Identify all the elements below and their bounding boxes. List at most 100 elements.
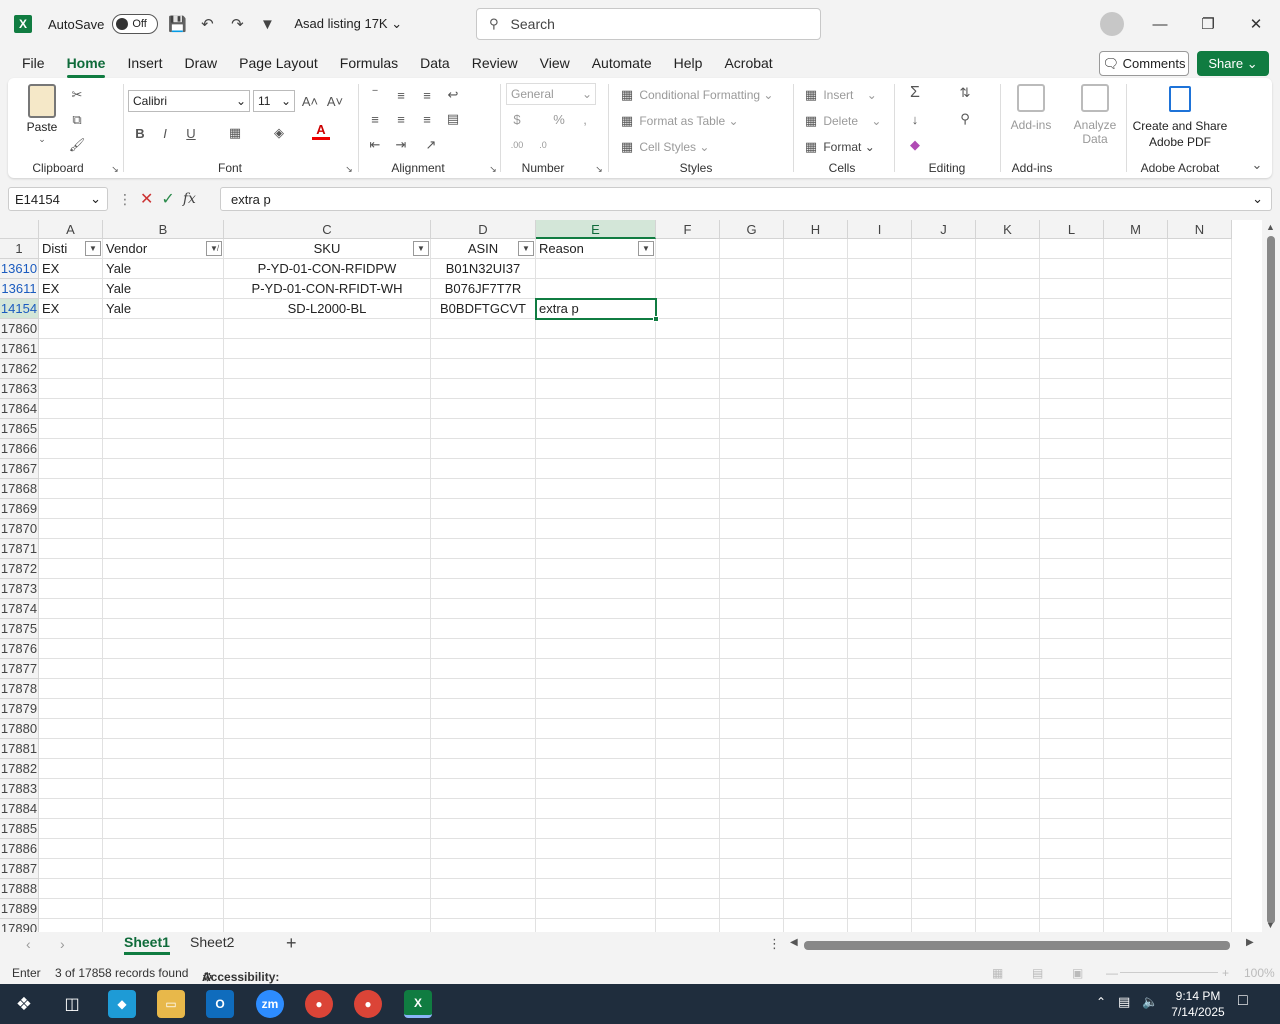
empty-cell[interactable] [1104, 679, 1168, 699]
empty-cell[interactable] [1104, 879, 1168, 899]
empty-cell[interactable] [1168, 819, 1232, 839]
empty-cell[interactable] [784, 799, 848, 819]
page-layout-view-icon[interactable]: ▤ [1032, 966, 1043, 980]
empty-cell[interactable] [431, 619, 536, 639]
empty-cell[interactable] [536, 519, 656, 539]
tab-automate[interactable]: Automate [592, 51, 652, 75]
empty-cell[interactable] [1040, 339, 1104, 359]
empty-cell[interactable] [656, 819, 720, 839]
empty-cell[interactable] [720, 679, 784, 699]
dialog-launcher-icon[interactable]: ↘ [590, 160, 608, 178]
empty-cell[interactable] [1168, 799, 1232, 819]
add-sheet-icon[interactable]: + [286, 933, 297, 954]
confirm-entry-icon[interactable]: ✓ [161, 189, 174, 209]
outlook-icon[interactable]: O [206, 990, 234, 1018]
empty-cell[interactable] [431, 319, 536, 339]
empty-cell[interactable] [1040, 439, 1104, 459]
row-header[interactable]: 17885 [0, 819, 39, 839]
empty-cell[interactable] [848, 279, 912, 299]
column-header-j[interactable]: J [912, 220, 976, 239]
empty-cell[interactable] [720, 479, 784, 499]
decrease-indent-icon[interactable]: ⇤ [366, 136, 384, 154]
empty-cell[interactable] [848, 879, 912, 899]
row-header[interactable]: 17866 [0, 439, 39, 459]
empty-cell[interactable] [912, 779, 976, 799]
fill-down-icon[interactable]: ↓ [906, 110, 924, 128]
more-options-icon[interactable]: ⋮ [118, 191, 132, 208]
tab-data[interactable]: Data [420, 51, 450, 75]
create-pdf-button[interactable]: Create and Share Adobe PDF [1132, 86, 1228, 150]
empty-cell[interactable] [431, 739, 536, 759]
row-header[interactable]: 17867 [0, 459, 39, 479]
empty-cell[interactable] [431, 719, 536, 739]
empty-cell[interactable] [656, 899, 720, 919]
volume-icon[interactable]: 🔈 [1142, 994, 1158, 1010]
empty-cell[interactable] [39, 439, 103, 459]
empty-cell[interactable] [848, 599, 912, 619]
autosave-toggle[interactable]: Off [112, 14, 159, 34]
empty-cell[interactable] [1104, 239, 1168, 259]
wrap-text-icon[interactable]: ↩ [444, 86, 462, 104]
empty-cell[interactable] [1104, 399, 1168, 419]
zoom-in-icon[interactable]: + [1222, 966, 1229, 980]
empty-cell[interactable] [1168, 419, 1232, 439]
normal-view-icon[interactable]: ▦ [992, 966, 1003, 980]
table-cell[interactable]: P-YD-01-CON-RFIDPW [224, 259, 431, 279]
tab-draw[interactable]: Draw [184, 51, 217, 75]
decrease-decimal-icon[interactable]: .0 [534, 136, 552, 154]
empty-cell[interactable] [656, 739, 720, 759]
empty-cell[interactable] [536, 879, 656, 899]
empty-cell[interactable] [224, 359, 431, 379]
column-header-g[interactable]: G [720, 220, 784, 239]
empty-cell[interactable] [1168, 699, 1232, 719]
empty-cell[interactable] [976, 639, 1040, 659]
empty-cell[interactable] [1168, 559, 1232, 579]
empty-cell[interactable] [784, 399, 848, 419]
column-header-d[interactable]: D [431, 220, 536, 239]
empty-cell[interactable] [224, 839, 431, 859]
share-button[interactable]: Share ⌄ [1197, 51, 1269, 76]
table-cell[interactable]: B076JF7T7R [431, 279, 536, 299]
column-header-l[interactable]: L [1040, 220, 1104, 239]
empty-cell[interactable] [536, 759, 656, 779]
empty-cell[interactable] [536, 919, 656, 932]
vertical-scroll-thumb[interactable] [1267, 236, 1275, 924]
empty-cell[interactable] [103, 379, 224, 399]
name-box[interactable]: E14154 ⌄ [8, 187, 108, 211]
table-cell[interactable] [536, 259, 656, 279]
merge-icon[interactable]: ▤ [444, 110, 462, 128]
empty-cell[interactable] [912, 539, 976, 559]
chrome-profile-icon[interactable]: ● [354, 990, 382, 1018]
row-header[interactable]: 17860 [0, 319, 39, 339]
empty-cell[interactable] [431, 899, 536, 919]
row-header[interactable]: 17865 [0, 419, 39, 439]
empty-cell[interactable] [656, 879, 720, 899]
empty-cell[interactable] [784, 699, 848, 719]
empty-cell[interactable] [1104, 519, 1168, 539]
empty-cell[interactable] [784, 719, 848, 739]
column-header-a[interactable]: A [39, 220, 103, 239]
empty-cell[interactable] [912, 439, 976, 459]
empty-cell[interactable] [536, 499, 656, 519]
empty-cell[interactable] [912, 499, 976, 519]
empty-cell[interactable] [784, 239, 848, 259]
empty-cell[interactable] [39, 639, 103, 659]
empty-cell[interactable] [1168, 779, 1232, 799]
empty-cell[interactable] [1168, 739, 1232, 759]
empty-cell[interactable] [103, 539, 224, 559]
empty-cell[interactable] [224, 339, 431, 359]
empty-cell[interactable] [656, 399, 720, 419]
row-header[interactable]: 17882 [0, 759, 39, 779]
empty-cell[interactable] [656, 419, 720, 439]
undo-icon[interactable]: ↶ [196, 13, 218, 35]
empty-cell[interactable] [1040, 679, 1104, 699]
empty-cell[interactable] [656, 299, 720, 319]
empty-cell[interactable] [848, 799, 912, 819]
empty-cell[interactable] [848, 779, 912, 799]
cut-icon[interactable]: ✂ [68, 86, 86, 104]
document-name[interactable]: Asad listing 17K ⌄ [294, 16, 402, 32]
empty-cell[interactable] [784, 299, 848, 319]
empty-cell[interactable] [912, 619, 976, 639]
empty-cell[interactable] [103, 679, 224, 699]
empty-cell[interactable] [976, 399, 1040, 419]
